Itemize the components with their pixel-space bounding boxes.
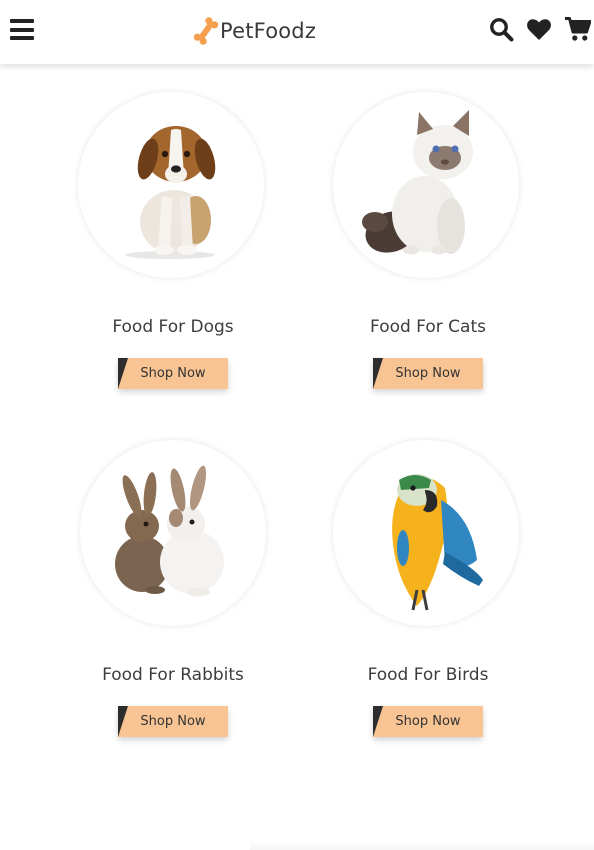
beagle-puppy-image[interactable] (78, 92, 264, 278)
footer-edge-shadow (250, 842, 594, 850)
brand-name: PetFoodz (220, 19, 317, 43)
heart-icon[interactable] (527, 19, 551, 40)
brand-logo[interactable]: PetFoodz (193, 14, 316, 48)
shop-now-button[interactable]: Shop Now (118, 358, 228, 389)
card-title: Food For Birds (367, 665, 489, 685)
rabbits-image[interactable] (80, 440, 266, 626)
parrot-image[interactable] (333, 440, 519, 626)
hamburger-menu-icon[interactable] (10, 19, 34, 40)
card-title: Food For Rabbits (102, 665, 244, 685)
shop-now-button[interactable]: Shop Now (373, 358, 483, 389)
cart-icon[interactable] (565, 17, 591, 42)
search-icon[interactable] (489, 17, 514, 42)
card-title: Food For Dogs (112, 317, 234, 337)
shop-now-button[interactable]: Shop Now (118, 706, 228, 737)
top-nav-bar: PetFoodz (0, 0, 594, 64)
card-title: Food For Cats (370, 317, 486, 337)
shop-now-button[interactable]: Shop Now (373, 706, 483, 737)
fluffy-cat-image[interactable] (333, 92, 519, 278)
bone-icon (193, 17, 219, 45)
